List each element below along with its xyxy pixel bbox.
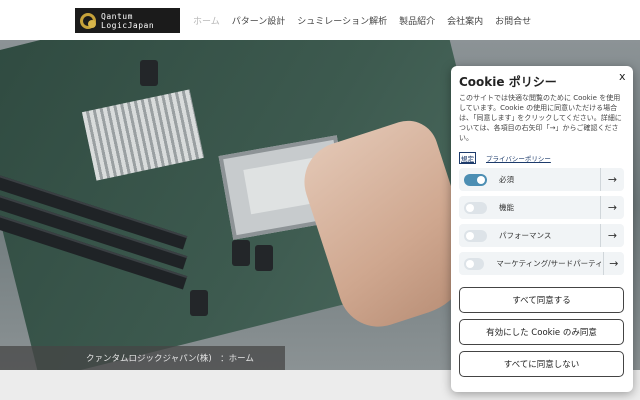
accept-enabled-button[interactable]: 有効にした Cookie のみ同意 xyxy=(459,319,624,345)
logo-line-1: Qantum xyxy=(101,11,133,21)
arrow-right-icon[interactable]: → xyxy=(600,196,624,219)
logo-line-2: LogicJapan xyxy=(101,20,155,30)
logo-text: Qantum LogicJapan xyxy=(101,12,154,30)
breadcrumb: クァンタムロジックジャパン(株) ：ホーム xyxy=(0,346,285,370)
category-label: パフォーマンス xyxy=(499,231,552,240)
close-icon[interactable]: x xyxy=(619,70,626,83)
reject-all-button[interactable]: すべてに同意しない xyxy=(459,351,624,377)
nav-item-products[interactable]: 製品紹介 xyxy=(399,14,435,27)
cookie-category-performance: パフォーマンス → xyxy=(459,224,624,247)
nav-item-contact[interactable]: お問合せ xyxy=(495,14,531,27)
category-label: マーケティング/サードパーティ xyxy=(496,259,603,268)
arrow-right-icon[interactable]: → xyxy=(600,168,624,191)
privacy-policy-link[interactable]: プライバシーポリシー xyxy=(486,153,551,163)
category-label: 機能 xyxy=(499,203,514,212)
settings-link[interactable]: 規定 xyxy=(459,152,476,164)
main-nav: ホーム パターン設計 シュミレーション解析 製品紹介 会社案内 お問合せ xyxy=(193,0,543,40)
toggle-switch[interactable] xyxy=(464,201,487,214)
cookie-links: 規定 プライバシーポリシー xyxy=(459,152,551,164)
cookie-description: このサイトでは快適な閲覧のために Cookie を使用しています。Cookie … xyxy=(459,94,622,142)
arrow-right-icon[interactable]: → xyxy=(602,252,624,275)
category-label: 必須 xyxy=(499,175,514,184)
capacitor-graphic xyxy=(190,290,208,316)
company-logo[interactable]: Qantum LogicJapan xyxy=(75,8,180,33)
cookie-category-required: 必須 → xyxy=(459,168,624,191)
accept-all-button[interactable]: すべて同意する xyxy=(459,287,624,313)
cookie-category-marketing: マーケティング/サードパーティ → xyxy=(459,252,624,275)
breadcrumb-text: クァンタムロジックジャパン(株) ：ホーム xyxy=(86,354,254,364)
capacitor-graphic xyxy=(255,245,273,271)
cookie-dialog: Cookie ポリシー x このサイトでは快適な閲覧のために Cookie を使… xyxy=(451,66,633,392)
nav-item-company[interactable]: 会社案内 xyxy=(447,14,483,27)
capacitor-graphic xyxy=(232,240,250,266)
nav-item-simulation[interactable]: シュミレーション解析 xyxy=(297,14,387,27)
logo-mark-icon xyxy=(80,12,98,30)
toggle-switch[interactable] xyxy=(464,257,485,270)
site-header: Qantum LogicJapan ホーム パターン設計 シュミレーション解析 … xyxy=(0,0,640,40)
toggle-switch[interactable] xyxy=(464,173,487,186)
arrow-right-icon[interactable]: → xyxy=(600,224,624,247)
nav-item-home[interactable]: ホーム xyxy=(193,14,220,27)
cookie-title: Cookie ポリシー xyxy=(459,75,557,89)
nav-item-pattern-design[interactable]: パターン設計 xyxy=(232,14,286,27)
capacitor-graphic xyxy=(140,60,158,86)
toggle-switch[interactable] xyxy=(464,229,487,242)
cookie-category-functional: 機能 → xyxy=(459,196,624,219)
